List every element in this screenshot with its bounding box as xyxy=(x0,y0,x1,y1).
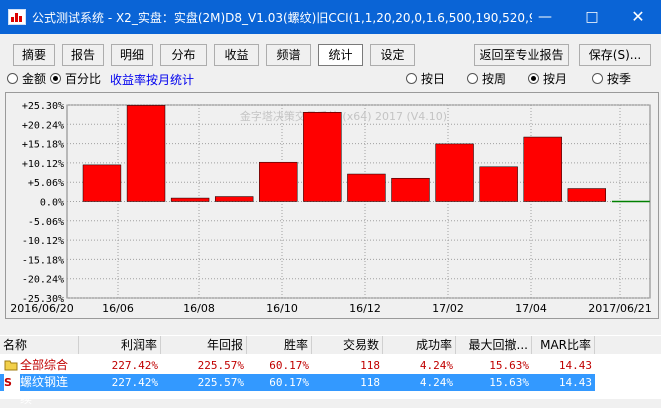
bar xyxy=(170,197,210,202)
bar xyxy=(435,143,474,202)
y-tick-label: -20.24% xyxy=(22,275,64,286)
bar xyxy=(479,166,518,202)
row-mar-ratio: 14.43 xyxy=(558,376,592,389)
row-profit-rate: 227.42% xyxy=(111,359,158,372)
row-max-drawdown: 15.63% xyxy=(489,376,529,389)
x-tick-label: 2017/06/21 xyxy=(588,302,651,315)
bar xyxy=(259,161,298,202)
x-tick-label: 16/06 xyxy=(102,302,134,315)
y-tick-label: +25.30% xyxy=(22,101,64,112)
row-success-rate: 4.24% xyxy=(419,376,453,389)
col-header-max-drawdown[interactable]: 最大回撤... xyxy=(456,336,532,354)
x-tick-label: 16/08 xyxy=(183,302,215,315)
y-tick-label: -15.18% xyxy=(22,255,64,266)
row-trade-count: 118 xyxy=(360,359,380,372)
bar xyxy=(303,111,342,202)
row-success-rate: 4.24% xyxy=(419,359,453,372)
x-tick-label: 17/02 xyxy=(432,302,464,315)
bar xyxy=(391,177,430,202)
y-tick-label: +15.18% xyxy=(22,140,64,151)
y-tick-label: +10.12% xyxy=(22,159,64,170)
row-annual-return: 225.57% xyxy=(197,359,244,372)
table-row[interactable]: 全部综合 227.42% 225.57% 60.17% 118 4.24% 15… xyxy=(0,357,595,374)
y-tick-label: +20.24% xyxy=(22,120,64,131)
row-name: 螺纹钢连续 xyxy=(20,375,69,406)
col-header-success-rate[interactable]: 成功率 xyxy=(383,336,456,354)
table-row-selected[interactable]: S 螺纹钢连续 227.42% 225.57% 60.17% 118 4.24%… xyxy=(0,374,595,406)
row-trade-count: 118 xyxy=(360,376,380,389)
y-tick-label: 0.0% xyxy=(40,198,64,209)
col-header-name[interactable]: 名称 xyxy=(0,336,79,354)
chart-watermark: 金字塔决策交易系统 (x64) 2017 (V4.10) xyxy=(240,109,447,123)
x-tick-label: 2016/06/20 xyxy=(10,302,73,315)
bar xyxy=(82,164,122,202)
bar xyxy=(214,196,254,202)
bar xyxy=(126,105,166,202)
col-header-filler xyxy=(595,336,661,354)
folder-icon xyxy=(4,357,20,374)
col-header-mar-ratio[interactable]: MAR比率 xyxy=(532,336,595,354)
row-profit-rate: 227.42% xyxy=(111,376,158,389)
col-header-annual-return[interactable]: 年回报 xyxy=(161,336,247,354)
row-max-drawdown: 15.63% xyxy=(489,359,529,372)
x-tick-label: 16/10 xyxy=(266,302,298,315)
x-tick-label: 16/12 xyxy=(349,302,381,315)
bar xyxy=(347,173,386,202)
row-annual-return: 225.57% xyxy=(197,376,244,389)
row-mar-ratio: 14.43 xyxy=(558,359,592,372)
row-name: 全部综合 xyxy=(20,358,69,372)
s-icon: S xyxy=(4,374,20,391)
row-win-rate: 60.17% xyxy=(269,376,309,389)
col-header-profit-rate[interactable]: 利润率 xyxy=(79,336,161,354)
bar xyxy=(523,136,562,202)
x-tick-label: 17/04 xyxy=(515,302,547,315)
row-win-rate: 60.17% xyxy=(269,359,309,372)
y-tick-label: -10.12% xyxy=(22,236,64,247)
y-tick-label: +5.06% xyxy=(28,178,64,189)
col-header-win-rate[interactable]: 胜率 xyxy=(247,336,312,354)
monthly-returns-chart: 金字塔决策交易系统 (x64) 2017 (V4.10) +25.30% +20.… xyxy=(10,101,651,315)
col-header-trade-count[interactable]: 交易数 xyxy=(312,336,383,354)
y-tick-label: -5.06% xyxy=(28,217,64,228)
bar xyxy=(567,188,607,202)
